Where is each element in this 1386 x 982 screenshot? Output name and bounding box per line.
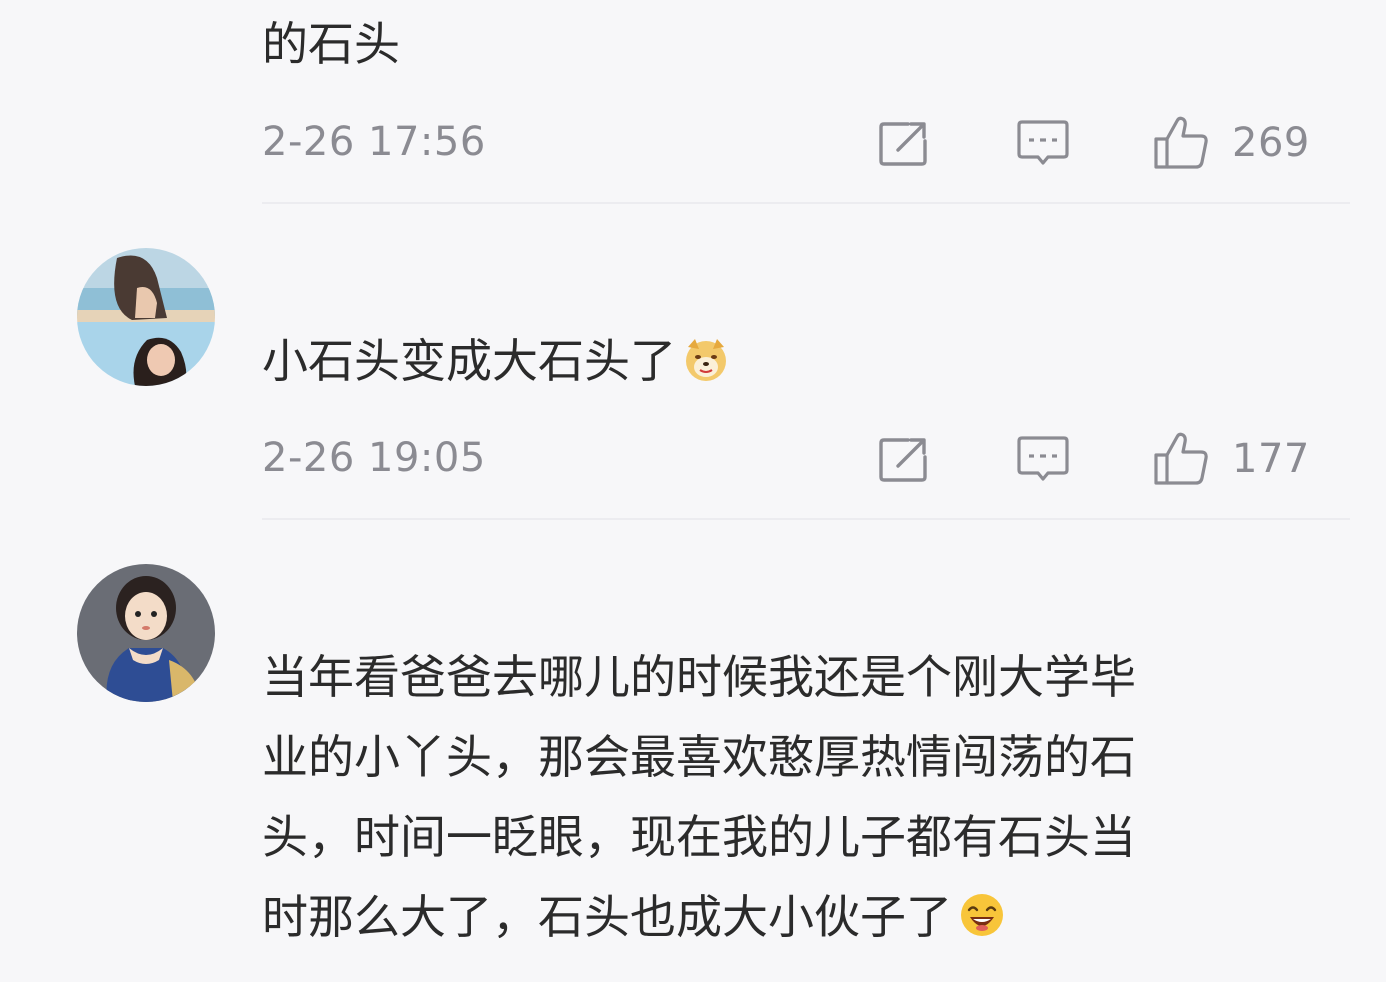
- comment-1-text: 的石头: [262, 17, 400, 71]
- divider: [262, 518, 1350, 520]
- avatar-image: [77, 248, 215, 386]
- comment-button[interactable]: [1013, 429, 1073, 489]
- thumbs-up-icon: [1154, 116, 1208, 169]
- comment-button[interactable]: [1013, 113, 1073, 173]
- share-icon: [879, 122, 927, 166]
- comment-3-username[interactable]: [262, 571, 462, 611]
- share-button[interactable]: [874, 429, 934, 489]
- comment-2-like-count: 177: [1232, 436, 1310, 482]
- comment-3-text-line-4-wrapper: 时那么大了，石头也成大小伙子了: [262, 877, 1322, 957]
- comment-icon: [1017, 436, 1069, 481]
- thumbs-up-icon: [1154, 432, 1208, 485]
- comment-3-text-line-3: 头，时间一眨眼，现在我的儿子都有石头当: [262, 810, 1136, 864]
- comment-3-text-line-4: 时那么大了，石头也成大小伙子了: [262, 890, 952, 944]
- comment-2-avatar[interactable]: [77, 248, 215, 386]
- like-button[interactable]: 269: [1152, 113, 1310, 173]
- comment-2-username[interactable]: [262, 255, 442, 295]
- comment-3-text-line-2: 业的小丫头，那会最喜欢憨厚热情闯荡的石: [262, 730, 1136, 784]
- comment-1-like-count: 269: [1232, 120, 1310, 166]
- share-button[interactable]: [874, 113, 934, 173]
- avatar-image: [77, 564, 215, 702]
- comment-feed: 的石头 2-26 17:56 269 小石头变成大石头了 2-26 19:05 …: [0, 0, 1386, 982]
- comment-2-actions: 2-26 19:05 177: [262, 429, 1310, 489]
- comment-icon: [1017, 120, 1069, 165]
- comment-2-text: 小石头变成大石头了: [262, 334, 676, 388]
- comment-2-text-wrapper: 小石头变成大石头了: [262, 321, 730, 401]
- comment-1-actions: 2-26 17:56 269: [262, 113, 1310, 173]
- comment-3-text: 当年看爸爸去哪儿的时候我还是个刚大学毕 业的小丫头，那会最喜欢憨厚热情闯荡的石 头，…: [262, 637, 1322, 957]
- comment-3-text-line-1: 当年看爸爸去哪儿的时候我还是个刚大学毕: [262, 650, 1136, 704]
- comment-2-timestamp: 2-26 19:05: [262, 435, 486, 481]
- share-icon: [879, 438, 927, 482]
- comment-1-timestamp: 2-26 17:56: [262, 119, 486, 165]
- laughing-emoji: [961, 894, 1003, 936]
- doge-emoji: [686, 339, 726, 381]
- divider: [262, 202, 1350, 204]
- like-button[interactable]: 177: [1152, 429, 1310, 489]
- comment-3-avatar[interactable]: [77, 564, 215, 702]
